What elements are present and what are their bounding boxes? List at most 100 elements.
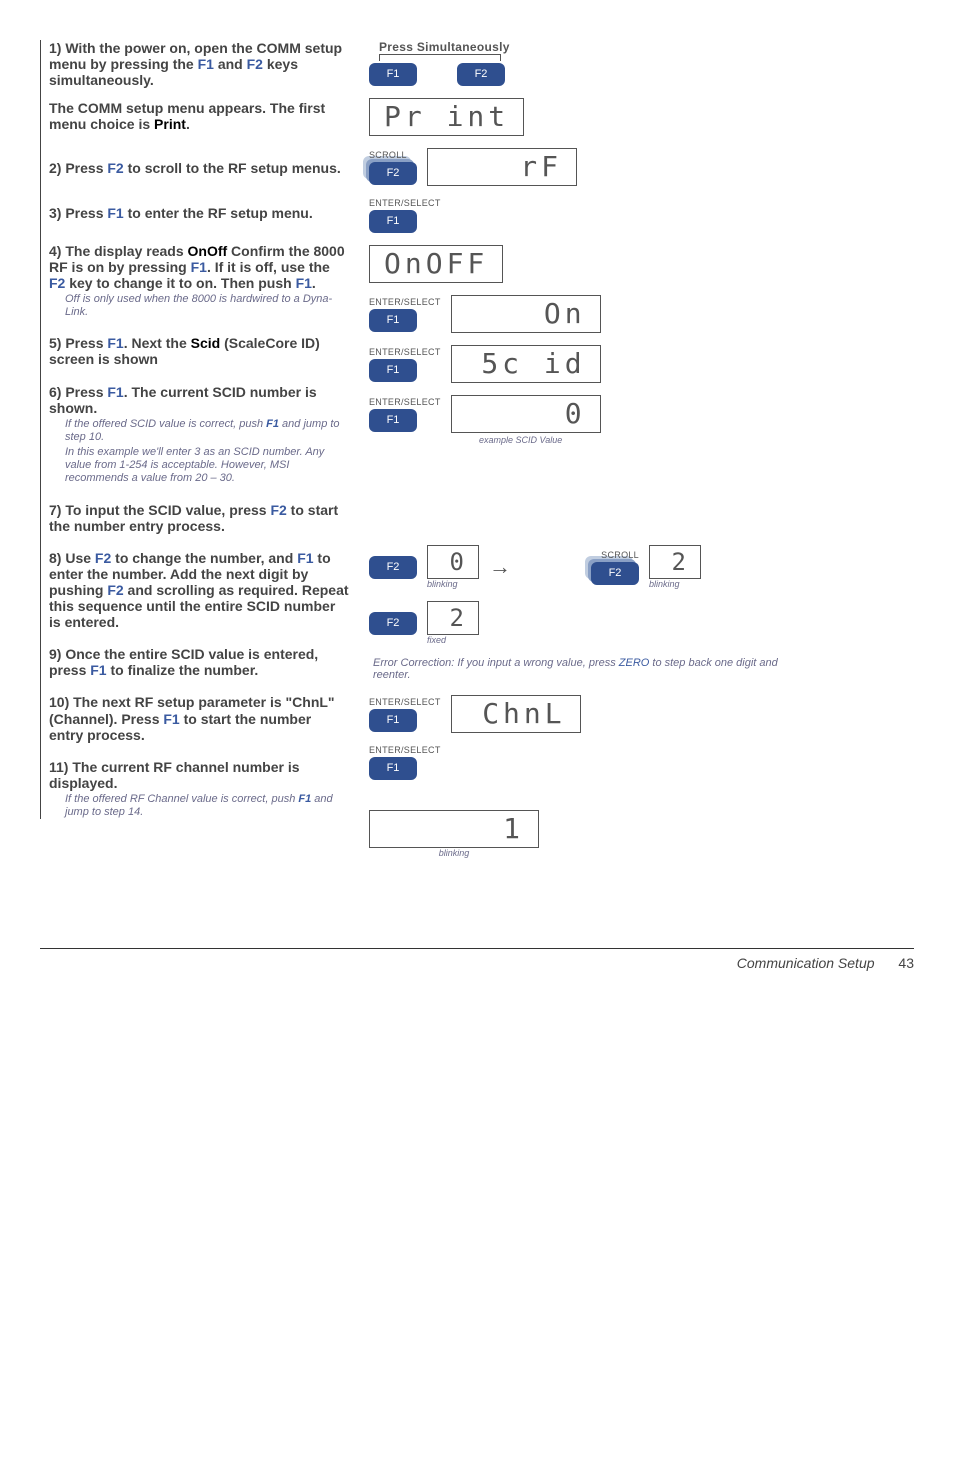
display-digit-2: 2 (649, 545, 701, 579)
text: 11) The current RF channel number is dis… (49, 759, 300, 791)
step-2: 2) Press F2 to scroll to the RF setup me… (49, 160, 349, 176)
display-onoff-row: OnOFF (369, 245, 914, 283)
f1-button[interactable]: F1 (369, 409, 417, 432)
f1-button[interactable]: F1 (369, 757, 417, 780)
text: 4) The display reads (49, 243, 188, 259)
enter-select-label: ENTER/SELECT (369, 297, 441, 307)
text: 6) Press (49, 384, 107, 400)
key-f1: F1 (296, 275, 312, 291)
text: 8) Use (49, 550, 95, 566)
step-11: 11) The current RF channel number is dis… (49, 759, 349, 820)
step-3: 3) Press F1 to enter the RF setup menu. (49, 205, 349, 221)
key-f1: F1 (107, 205, 123, 221)
keyword-print: Print (154, 116, 186, 132)
text: to change the number, and (111, 550, 297, 566)
key-f2: F2 (107, 582, 123, 598)
enter-select-label: ENTER/SELECT (369, 397, 441, 407)
steps-column: 1) With the power on, open the COMM setu… (40, 40, 349, 819)
key-f1: F1 (266, 418, 279, 430)
enter-select-scid-row: ENTER/SELECT F1 5c id (369, 345, 914, 383)
text: If the offered RF Channel value is corre… (65, 793, 298, 805)
display-print: Pr int (369, 98, 524, 136)
zero-key: ZERO (619, 657, 650, 669)
text: 5) Press (49, 335, 107, 351)
step-5: 5) Press F1. Next the Scid (ScaleCore ID… (49, 335, 349, 367)
key-f1: F1 (298, 793, 311, 805)
enter-select-row-1: ENTER/SELECT F1 (369, 198, 914, 233)
blinking-note: blinking (439, 848, 470, 858)
key-f1: F1 (163, 711, 179, 727)
display-print-row: Pr int (369, 98, 914, 136)
f1-button[interactable]: F1 (369, 709, 417, 732)
text: and (218, 56, 247, 72)
display-chnl: ChnL (451, 695, 581, 733)
bracket-icon (379, 54, 501, 61)
text: 3) Press (49, 205, 107, 221)
step6-note1: If the offered SCID value is correct, pu… (65, 418, 349, 444)
enter-select-chnl-row: ENTER/SELECT F1 ChnL (369, 695, 914, 733)
step-7: 7) To input the SCID value, press F2 to … (49, 502, 349, 534)
text: Error Correction: If you input a wrong v… (373, 657, 619, 669)
keyword-scid: Scid (191, 335, 221, 351)
text: 2) Press (49, 160, 107, 176)
key-f2: F2 (49, 275, 65, 291)
step-9: 9) Once the entire SCID value is entered… (49, 646, 349, 678)
step-8: 8) Use F2 to change the number, and F1 t… (49, 550, 349, 630)
fixed-note: fixed (427, 635, 446, 645)
f1-button[interactable]: F1 (369, 210, 417, 233)
press-simultaneously-row: Press Simultaneously F1 F2 (369, 40, 914, 86)
enter-select-row-last: ENTER/SELECT F1 (369, 745, 914, 780)
text: If the offered SCID value is correct, pu… (65, 418, 266, 430)
text: . (312, 275, 316, 291)
key-f1: F1 (90, 662, 106, 678)
step-4: 4) The display reads OnOff Confirm the 8… (49, 243, 349, 320)
step-6: 6) Press F1. The current SCID number is … (49, 384, 349, 486)
f2-button[interactable]: F2 (369, 556, 417, 579)
arrow-right-icon: → (489, 554, 511, 580)
text: . If it is off, use the (207, 259, 330, 275)
enter-select-label: ENTER/SELECT (369, 347, 441, 357)
text: to finalize the number. (107, 662, 259, 678)
text: to enter the RF setup menu. (124, 205, 313, 221)
key-f2: F2 (95, 550, 111, 566)
f2-button[interactable]: F2 (369, 612, 417, 635)
display-one-row: 1 blinking (369, 810, 914, 858)
text: . Next the (124, 335, 191, 351)
key-f1: F1 (297, 550, 313, 566)
scroll-rf-row: SCROLL F2 F2 F2 rF (369, 148, 914, 186)
key-f2: F2 (270, 502, 286, 518)
blinking-note: blinking (649, 579, 680, 589)
step4-note: Off is only used when the 8000 is hardwi… (65, 293, 349, 319)
enter-select-label: ENTER/SELECT (369, 198, 441, 208)
blinking-note: blinking (427, 579, 458, 589)
key-f1: F1 (191, 259, 207, 275)
keyword-onoff: OnOff (188, 243, 228, 259)
text: to scroll to the RF setup menus. (124, 160, 341, 176)
text: . (186, 116, 190, 132)
f1-button[interactable]: F1 (369, 359, 417, 382)
f1-button[interactable]: F1 (369, 63, 417, 86)
step-1: 1) With the power on, open the COMM setu… (49, 40, 349, 132)
display-rf: rF (427, 148, 577, 186)
display-zero: 0 (451, 395, 601, 433)
page-footer: Communication Setup 43 (40, 948, 914, 971)
f1-button[interactable]: F1 (369, 309, 417, 332)
enter-select-label: ENTER/SELECT (369, 745, 441, 755)
press-sim-label: Press Simultaneously (379, 40, 914, 54)
display-onoff: OnOFF (369, 245, 503, 283)
example-scid-note: example SCID Value (479, 435, 914, 445)
display-one: 1 (369, 810, 539, 848)
f2-button-stack[interactable]: F2 F2 F2 (591, 562, 639, 585)
text: key to change it to on. Then push (65, 275, 295, 291)
f2-button-stack[interactable]: F2 F2 F2 (369, 162, 417, 185)
text: 1) With the power on, open the COMM setu… (49, 40, 342, 72)
error-correction-note: Error Correction: If you input a wrong v… (373, 657, 813, 681)
page-number: 43 (898, 955, 914, 971)
fixed-digit-row: F2 2 fixed (369, 601, 914, 645)
enter-select-zero-row: ENTER/SELECT F1 0 (369, 395, 914, 433)
step6-note2: In this example we'll enter 3 as an SCID… (65, 446, 349, 486)
content-columns: 1) With the power on, open the COMM setu… (40, 40, 914, 858)
display-digit-2-fixed: 2 (427, 601, 479, 635)
step11-note: If the offered RF Channel value is corre… (65, 793, 349, 819)
f2-button[interactable]: F2 (457, 63, 505, 86)
